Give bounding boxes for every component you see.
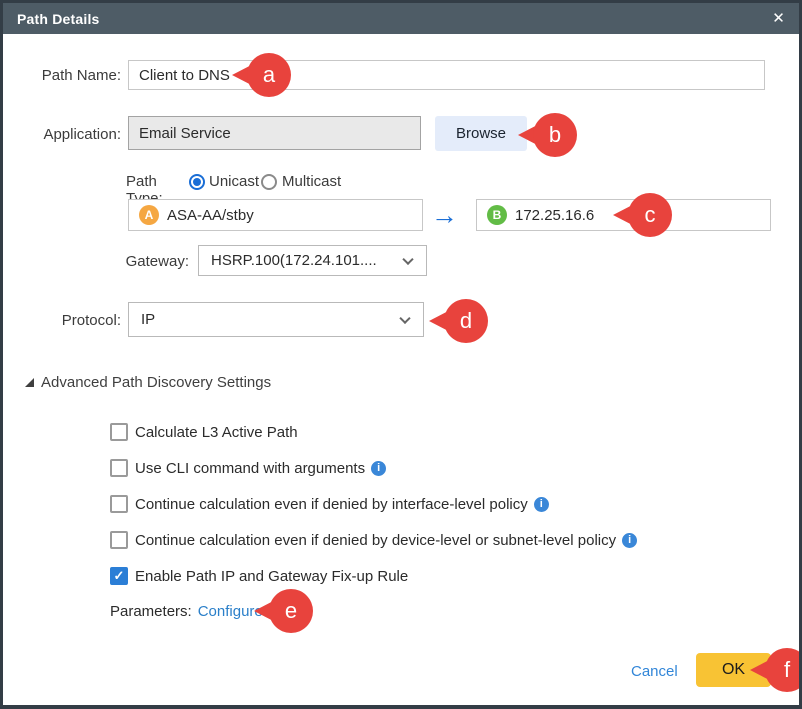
source-a-badge-icon: A [139,205,159,225]
path-name-value: Client to DNS [139,67,230,84]
destination-value: 172.25.16.6 [515,207,594,224]
checkbox-row: Calculate L3 Active Path [110,423,298,441]
checkbox-label: Enable Path IP and Gateway Fix-up Rule [135,568,408,585]
multicast-label: Multicast [282,173,341,190]
unicast-label: Unicast [209,173,259,190]
multicast-radio[interactable] [261,174,277,190]
parameters-label: Parameters: [110,603,192,620]
enable-fixup-checkbox[interactable]: ✓ [110,567,128,585]
collapse-triangle-icon [25,378,34,387]
info-icon[interactable]: i [534,497,549,512]
path-name-label: Path Name: [33,67,121,84]
path-arrow-icon: → [431,202,458,229]
checkbox-row: Continue calculation even if denied by d… [110,531,637,549]
protocol-value: IP [141,311,155,328]
gateway-select[interactable]: HSRP.100(172.24.101.... [198,245,427,276]
checkbox-row: Use CLI command with arguments i [110,459,386,477]
checkbox-label: Continue calculation even if denied by d… [135,532,616,549]
advanced-settings-title: Advanced Path Discovery Settings [41,374,271,391]
advanced-settings-toggle[interactable]: Advanced Path Discovery Settings [25,374,271,391]
checkbox-row: ✓ Enable Path IP and Gateway Fix-up Rule [110,567,408,585]
continue-interface-policy-checkbox[interactable] [110,495,128,513]
gateway-value: HSRP.100(172.24.101.... [211,252,377,269]
dialog-title: Path Details [17,11,100,27]
ok-button[interactable]: OK [696,653,771,687]
application-input: Email Service [128,116,421,150]
info-icon[interactable]: i [622,533,637,548]
protocol-label: Protocol: [33,312,121,329]
source-value: ASA-AA/stby [167,207,254,224]
destination-input[interactable]: B 172.25.16.6 [476,199,771,231]
protocol-select[interactable]: IP [128,302,424,337]
close-icon[interactable]: ✕ [772,11,785,26]
cancel-button[interactable]: Cancel [631,663,678,680]
dialog-titlebar: Path Details ✕ [3,3,799,34]
configure-link[interactable]: Configure [198,603,263,620]
gateway-label: Gateway: [103,253,189,270]
path-details-dialog: Path Details ✕ Path Name: Client to DNS … [0,0,802,709]
annotation-pin-d: d [429,299,488,343]
continue-device-policy-checkbox[interactable] [110,531,128,549]
checkbox-row: Continue calculation even if denied by i… [110,495,549,513]
destination-b-badge-icon: B [487,205,507,225]
info-icon[interactable]: i [371,461,386,476]
calculate-l3-checkbox[interactable] [110,423,128,441]
chevron-down-icon [402,253,413,264]
browse-button[interactable]: Browse [435,116,527,151]
unicast-radio[interactable] [189,174,205,190]
checkbox-label: Use CLI command with arguments [135,460,365,477]
application-value: Email Service [139,125,231,142]
application-label: Application: [33,126,121,143]
chevron-down-icon [399,312,410,323]
parameters-row: Parameters: Configure [110,603,263,620]
pin-tail-icon [429,307,456,335]
path-name-input[interactable]: Client to DNS [128,60,765,90]
use-cli-checkbox[interactable] [110,459,128,477]
source-input[interactable]: A ASA-AA/stby [128,199,423,231]
checkbox-label: Calculate L3 Active Path [135,424,298,441]
annotation-pin-e: e [254,589,313,633]
checkbox-label: Continue calculation even if denied by i… [135,496,528,513]
